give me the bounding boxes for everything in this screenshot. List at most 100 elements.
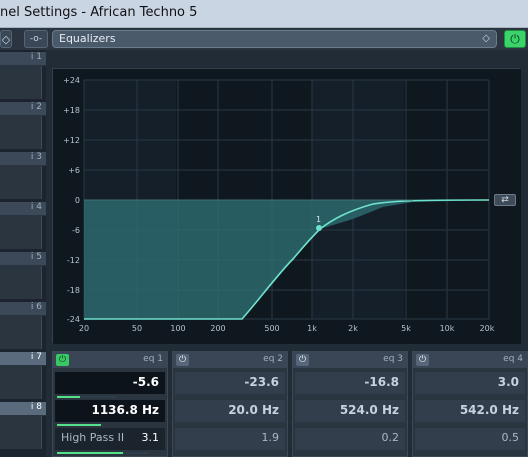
slot-label: i 5 [30,252,42,262]
eq-curve-svg: 1 +24 +18 +12 +6 0 -6 -12 -18 -24 20 50 … [53,69,521,344]
band-name: eq 3 [383,354,403,364]
y-tick: +18 [63,106,80,115]
y-tick: +24 [63,76,80,85]
insert-slot-8[interactable]: i 8 [0,402,46,451]
slot-body[interactable] [0,216,42,249]
y-tick: -24 [67,315,80,324]
y-tick: -6 [72,226,80,235]
power-icon: ⏻ [298,355,307,365]
q-field[interactable]: 0.5 [415,428,525,450]
power-icon: ⏻ [510,31,520,46]
eq-band-4-panel: ⏻ eq 4 3.0 542.0 Hz 0.5 [412,351,528,457]
insert-slot-7[interactable]: i 7 [0,352,46,401]
gain-slider[interactable] [57,396,117,398]
gain-field[interactable]: -16.8 [295,372,405,394]
frequency-value: 1136.8 Hz [91,403,159,417]
eq-band-1-panel: ⏻ eq 1 -5.6 1136.8 Hz High Pass II 3.1 [52,351,168,457]
frequency-value: 524.0 Hz [339,403,399,417]
band-power-button[interactable]: ⏻ [56,354,69,366]
slot-body[interactable] [0,266,42,299]
frequency-slider[interactable] [57,424,101,426]
q-value: 1.9 [261,431,280,444]
gain-field[interactable]: 3.0 [415,372,525,394]
band-power-button[interactable]: ⏻ [176,354,189,366]
x-tick: 10k [440,324,455,333]
slot-body[interactable] [0,166,42,199]
gain-value: 3.0 [497,375,519,389]
slot-label: i 1 [30,52,42,62]
power-icon: ⏻ [418,355,427,365]
q-field[interactable]: 1.9 [175,428,285,450]
link-button[interactable]: -o- [24,30,48,48]
frequency-field[interactable]: 1136.8 Hz [55,400,165,422]
slot-label: i 7 [30,352,42,362]
x-tick: 20k [480,324,495,333]
window-title: nel Settings - African Techno 5 [0,5,198,20]
node-label: 1 [316,215,321,224]
q-field[interactable]: 0.2 [295,428,405,450]
band-header: ⏻ eq 2 [173,352,287,368]
insert-slot-3[interactable]: i 3 [0,152,46,201]
diamond-icon: ◇ [482,33,490,44]
gain-value: -16.8 [364,375,399,389]
y-tick: -12 [67,256,80,265]
slot-label: i 8 [30,402,42,412]
gain-value: -23.6 [244,375,279,389]
band-name: eq 1 [143,354,163,364]
x-tick: 500 [264,324,279,333]
y-tick: -18 [67,286,80,295]
slot-body[interactable] [0,366,42,399]
gain-field[interactable]: -23.6 [175,372,285,394]
eq-header-row: ◇ -o- Equalizers ◇ ⏻ [0,28,528,50]
eq-curve-display[interactable]: 1 +24 +18 +12 +6 0 -6 -12 -18 -24 20 50 … [52,68,521,344]
insert-slot-4[interactable]: i 4 [0,202,46,251]
frequency-field[interactable]: 524.0 Hz [295,400,405,422]
insert-slot-5[interactable]: i 5 [0,252,46,301]
slot-body[interactable] [0,116,42,149]
band-header: ⏻ eq 4 [413,352,527,368]
graph-mode-toggle-button[interactable]: ⇄ [494,194,516,206]
slot-body[interactable] [0,416,42,449]
q-value: 3.1 [141,431,160,444]
y-tick: +12 [63,136,80,145]
insert-slot-2[interactable]: i 2 [0,102,46,151]
power-icon: ⏻ [178,355,187,365]
insert-slot-6[interactable]: i 6 [0,302,46,351]
x-tick: 1k [307,324,317,333]
swap-icon: ⇄ [501,195,509,205]
band-name: eq 2 [263,354,283,364]
eq-band-1-node[interactable] [316,225,322,231]
frequency-value: 20.0 Hz [228,403,279,417]
x-tick: 100 [170,324,185,333]
band-power-button[interactable]: ⏻ [296,354,309,366]
gain-value: -5.6 [132,375,159,389]
equalizers-section-bar[interactable]: Equalizers ◇ [52,30,497,48]
slider-fill [57,396,80,398]
equalizer-power-button[interactable]: ⏻ [504,30,526,48]
filter-type-field[interactable]: High Pass II 3.1 [55,428,165,450]
eq-band-3-panel: ⏻ eq 3 -16.8 524.0 Hz 0.2 [292,351,408,457]
slider-fill [57,424,101,426]
left-diamond-button[interactable]: ◇ [0,30,12,48]
slot-label: i 3 [30,152,42,162]
eq-band-2-panel: ⏻ eq 2 -23.6 20.0 Hz 1.9 [172,351,288,457]
y-tick: 0 [75,196,80,205]
band-header: ⏻ eq 3 [293,352,407,368]
slider-fill [57,452,124,454]
slot-body[interactable] [0,316,42,349]
channel-settings-window: nel Settings - African Techno 5 ◇ -o- Eq… [0,0,528,457]
power-icon: ⏻ [58,355,67,365]
x-tick: 50 [132,324,142,333]
band-name: eq 4 [503,354,523,364]
equalizers-label: Equalizers [59,32,116,45]
slot-body[interactable] [0,66,42,99]
insert-slot-1[interactable]: i 1 [0,52,46,101]
slot-label: i 4 [30,202,42,212]
band-power-button[interactable]: ⏻ [416,354,429,366]
frequency-field[interactable]: 20.0 Hz [175,400,285,422]
diamond-icon: ◇ [1,32,11,46]
frequency-field[interactable]: 542.0 Hz [415,400,525,422]
x-tick: 20 [79,324,89,333]
q-slider[interactable] [57,452,149,454]
gain-field[interactable]: -5.6 [55,372,165,394]
